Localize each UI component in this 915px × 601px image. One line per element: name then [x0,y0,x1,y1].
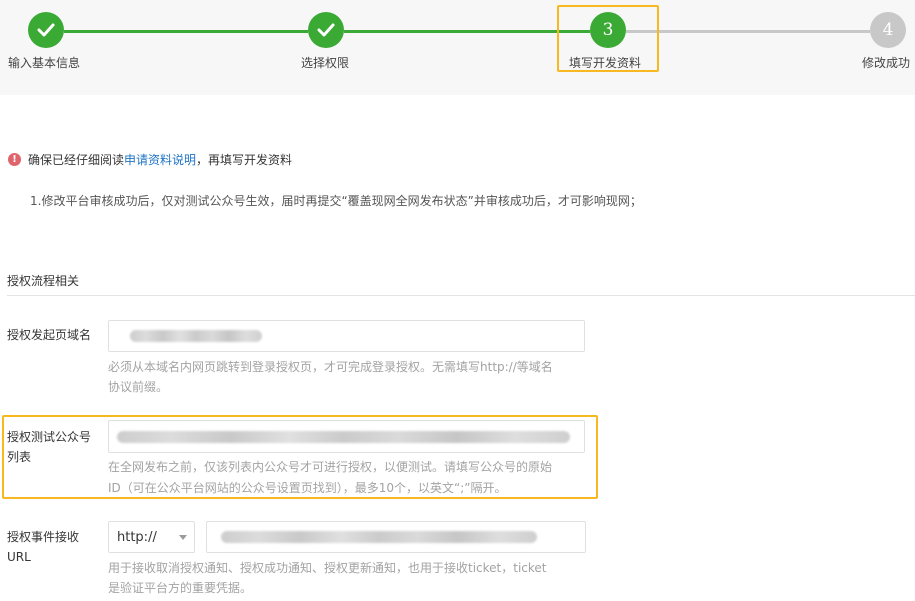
event-url-label-line-2: URL [7,550,31,564]
application-guide-link[interactable]: 申请资料说明 [124,151,196,168]
section-divider [7,295,915,296]
protocol-select[interactable]: http:// [108,521,195,553]
redacted-value [130,330,262,342]
notice-banner: ! 确保已经仔细阅读 申请资料说明 ，再填写开发资料 [8,151,292,168]
step-1-label: 输入基本信息 [8,56,81,70]
check-icon [317,23,335,37]
step-4-label: 修改成功 [862,56,911,70]
warning-icon: ! [8,153,21,166]
step-connector-2 [344,30,590,33]
step-2-label: 选择权限 [301,56,350,70]
domain-input[interactable] [108,320,585,352]
notice-text-after: ，再填写开发资料 [196,153,293,167]
event-url-label-line-1: 授权事件接收 [7,530,80,544]
chevron-down-icon [179,535,187,540]
redacted-value [221,531,537,543]
step-4-circle: 4 [870,12,906,48]
domain-hint-line-1: 必须从本域名内网页跳转到登录授权页，才可完成登录授权。无需填写http://等域… [108,360,553,374]
check-icon [37,23,55,37]
section-title: 授权流程相关 [7,274,80,288]
current-step-highlight [557,5,659,72]
test-accounts-highlight [2,415,598,499]
step-progress-bar: 输入基本信息 选择权限 3 填写开发资料 4 修改成功 [0,0,915,95]
step-1-circle [28,12,64,48]
domain-hint-line-2: 协议前缀。 [108,380,169,394]
notice-text-before: 确保已经仔细阅读 [28,153,125,167]
event-url-input[interactable] [206,521,586,553]
domain-label: 授权发起页域名 [7,328,92,342]
step-2-circle [308,12,344,48]
event-url-hint-line-1: 用于接收取消授权通知、授权成功通知、授权更新通知，也用于接收ticket，tic… [108,561,547,575]
protocol-select-value: http:// [117,530,157,545]
event-url-hint-line-2: 是验证平台方的重要凭据。 [108,581,253,595]
step-connector-3 [626,30,870,33]
step-connector-1 [64,30,308,33]
note-text: 1.修改平台审核成功后，仅对测试公众号生效，届时再提交“覆盖现网全网发布状态”并… [30,194,642,208]
